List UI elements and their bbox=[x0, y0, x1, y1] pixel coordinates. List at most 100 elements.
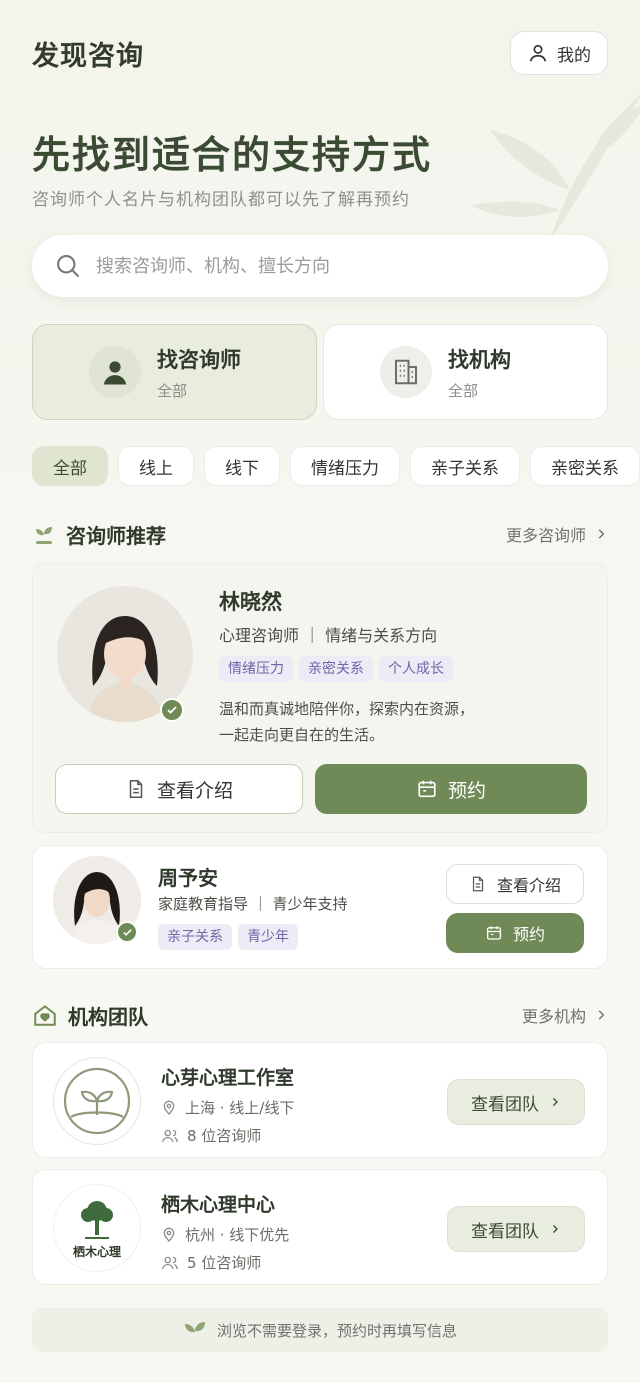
more-orgs-link[interactable]: 更多机构 bbox=[522, 1003, 608, 1027]
building-icon bbox=[380, 346, 432, 398]
book-label: 预约 bbox=[447, 779, 486, 802]
chip-offline[interactable]: 线下 bbox=[204, 446, 280, 486]
counselor-desc-line2: 一起走向更自在的生活。 bbox=[219, 726, 385, 744]
counselor-role: 家庭教育指导 ｜ 青少年支持 bbox=[158, 895, 348, 913]
leaf-icon bbox=[184, 1322, 205, 1333]
counselors-section-header: 咨询师推荐 更多咨询师 bbox=[32, 519, 608, 549]
org-logo-text: 栖木心理 bbox=[72, 1244, 121, 1259]
me-button[interactable]: 我的 bbox=[510, 31, 608, 75]
users-icon bbox=[161, 1256, 179, 1269]
org-location-text: 杭州 · 线下优先 bbox=[185, 1226, 290, 1244]
view-team-label: 查看团队 bbox=[471, 1094, 539, 1115]
org-name: 栖木心理中心 bbox=[161, 1194, 276, 1216]
org-card[interactable]: 栖木心理 栖木心理中心 杭州 · 线下优先 5 位咨询师 查看团队 bbox=[32, 1169, 608, 1285]
org-name: 心芽心理工作室 bbox=[161, 1067, 295, 1089]
view-team-label: 查看团队 bbox=[471, 1221, 539, 1242]
book-button[interactable]: 预约 bbox=[315, 764, 587, 814]
mode-counselor-sub: 全部 bbox=[157, 381, 188, 400]
counselors-section-title: 咨询师推荐 bbox=[66, 523, 166, 548]
counselor-name: 林晓然 bbox=[219, 590, 282, 614]
users-icon bbox=[161, 1129, 179, 1142]
view-intro-button[interactable]: 查看介绍 bbox=[446, 864, 584, 904]
more-orgs-label: 更多机构 bbox=[521, 1007, 586, 1026]
user-icon bbox=[529, 44, 547, 62]
search-icon bbox=[57, 255, 80, 278]
mode-switch: 找咨询师 全部 找机构 全部 bbox=[32, 324, 608, 420]
counselor-name: 周予安 bbox=[158, 866, 218, 890]
counselor-tags: 亲子关系 青少年 bbox=[158, 924, 304, 950]
counselor-desc: 温和而真诚地陪伴你，探索内在资源， 一起走向更自在的生活。 bbox=[219, 696, 474, 748]
hero-subline: 咨询师个人名片与机构团队都可以先了解再预约 bbox=[32, 190, 410, 210]
view-team-button[interactable]: 查看团队 bbox=[447, 1079, 585, 1125]
verified-icon bbox=[160, 698, 184, 722]
sprout-icon bbox=[36, 527, 52, 544]
footer-note-text: 浏览不需要登录，预约时再填写信息 bbox=[216, 1321, 457, 1340]
leaf-decoration bbox=[470, 94, 640, 240]
tree-logo-icon bbox=[81, 1200, 113, 1239]
book-button[interactable]: 预约 bbox=[446, 913, 584, 953]
org-logo: 栖木心理 bbox=[53, 1184, 141, 1272]
orgs-section-title: 机构团队 bbox=[68, 1004, 148, 1029]
org-count: 8 位咨询师 bbox=[161, 1125, 261, 1146]
chip-parenting[interactable]: 亲子关系 bbox=[410, 446, 520, 486]
mode-org[interactable]: 找机构 全部 bbox=[323, 324, 608, 420]
home-heart-icon bbox=[34, 1005, 56, 1026]
counselor-role: 心理咨询师 ｜ 情绪与关系方向 bbox=[219, 626, 438, 645]
search-input[interactable] bbox=[96, 255, 556, 277]
document-icon bbox=[129, 780, 143, 798]
org-location-text: 上海 · 线上/线下 bbox=[185, 1099, 295, 1117]
page-title: 发现咨询 bbox=[32, 40, 144, 72]
view-intro-button[interactable]: 查看介绍 bbox=[55, 764, 303, 814]
chip-intimate[interactable]: 亲密关系 bbox=[530, 446, 640, 486]
location-pin-icon bbox=[163, 1100, 175, 1115]
footer-note: 浏览不需要登录，预约时再填写信息 bbox=[32, 1308, 608, 1352]
counselor-desc-line1: 温和而真诚地陪伴你，探索内在资源， bbox=[219, 700, 475, 718]
filter-chips: 全部 线上 线下 情绪压力 亲子关系 亲密关系 bbox=[32, 446, 640, 486]
tag: 亲子关系 bbox=[158, 924, 232, 950]
chevron-right-icon bbox=[598, 529, 605, 539]
orgs-section-header: 机构团队 更多机构 bbox=[32, 1000, 608, 1030]
org-location: 上海 · 线上/线下 bbox=[161, 1097, 294, 1118]
orgs-section-title-wrap: 机构团队 bbox=[32, 1001, 148, 1030]
chip-all[interactable]: 全部 bbox=[32, 446, 108, 486]
mode-counselor-title: 找咨询师 bbox=[157, 347, 241, 372]
book-label: 预约 bbox=[512, 925, 545, 944]
view-intro-label: 查看介绍 bbox=[156, 779, 233, 802]
verified-icon bbox=[116, 921, 138, 943]
mode-counselor[interactable]: 找咨询师 全部 bbox=[32, 324, 317, 420]
mode-org-sub: 全部 bbox=[448, 381, 479, 400]
counselor-card[interactable]: 周予安 家庭教育指导 ｜ 青少年支持 亲子关系 青少年 查看介绍 预约 bbox=[32, 845, 608, 969]
view-intro-label: 查看介绍 bbox=[496, 876, 561, 895]
more-counselors-link[interactable]: 更多咨询师 bbox=[506, 522, 608, 546]
chip-online[interactable]: 线上 bbox=[118, 446, 194, 486]
search-bar[interactable] bbox=[32, 235, 608, 297]
org-count-text: 8 位咨询师 bbox=[187, 1127, 262, 1145]
counselors-section-title-wrap: 咨询师推荐 bbox=[32, 520, 166, 549]
location-pin-icon bbox=[163, 1227, 175, 1242]
tag: 青少年 bbox=[238, 924, 298, 950]
chip-emotion[interactable]: 情绪压力 bbox=[290, 446, 400, 486]
org-count: 5 位咨询师 bbox=[161, 1252, 261, 1273]
me-label: 我的 bbox=[557, 45, 591, 66]
person-icon bbox=[89, 346, 141, 398]
org-location: 杭州 · 线下优先 bbox=[161, 1224, 289, 1245]
document-icon bbox=[472, 876, 484, 892]
tag: 情绪压力 bbox=[219, 656, 293, 682]
tag: 个人成长 bbox=[379, 656, 453, 682]
view-team-button[interactable]: 查看团队 bbox=[447, 1206, 585, 1252]
chevron-right-icon bbox=[553, 1225, 558, 1233]
counselor-tags: 情绪压力 亲密关系 个人成长 bbox=[219, 656, 459, 682]
mode-org-title: 找机构 bbox=[448, 347, 511, 372]
org-count-text: 5 位咨询师 bbox=[187, 1254, 262, 1272]
org-card[interactable]: 心芽心理工作室 上海 · 线上/线下 8 位咨询师 查看团队 bbox=[32, 1042, 608, 1158]
hero-headline: 先找到适合的支持方式 bbox=[32, 132, 433, 177]
counselor-card-featured[interactable]: 林晓然 心理咨询师 ｜ 情绪与关系方向 情绪压力 亲密关系 个人成长 温和而真诚地陪… bbox=[32, 563, 608, 833]
calendar-icon bbox=[486, 926, 502, 940]
more-counselors-label: 更多咨询师 bbox=[505, 526, 586, 545]
calendar-icon bbox=[418, 780, 436, 798]
sprout-logo-icon bbox=[63, 1067, 131, 1135]
tag: 亲密关系 bbox=[299, 656, 373, 682]
header: 发现咨询 我的 bbox=[32, 30, 608, 76]
chevron-right-icon bbox=[598, 1010, 605, 1020]
org-logo bbox=[53, 1057, 141, 1145]
